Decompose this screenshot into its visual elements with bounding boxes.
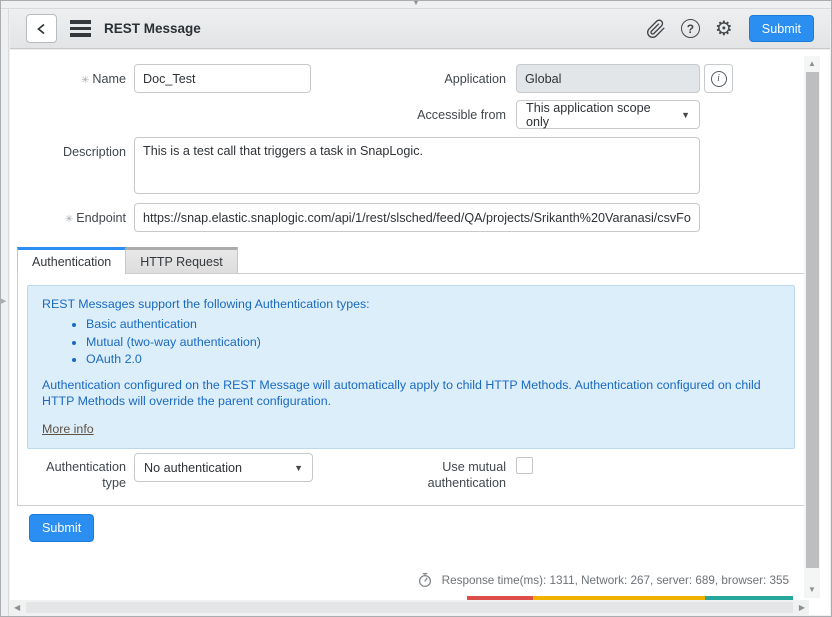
description-label: Description	[21, 144, 126, 160]
use-mutual-label: Use mutual authentication	[393, 459, 506, 491]
submit-button[interactable]: Submit	[29, 514, 94, 542]
application-input[interactable]	[516, 64, 700, 93]
endpoint-input[interactable]	[134, 203, 700, 232]
info-box-intro: REST Messages support the following Auth…	[42, 296, 780, 312]
info-icon: i	[711, 71, 727, 87]
list-item: OAuth 2.0	[86, 351, 780, 367]
scroll-up-icon[interactable]: ▲	[808, 60, 816, 68]
scroll-left-icon[interactable]: ◀	[14, 604, 20, 612]
required-marker-icon: ✳	[81, 75, 89, 86]
settings-gear-icon[interactable]: ⚙	[715, 19, 733, 39]
application-info-button[interactable]: i	[704, 64, 733, 93]
more-info-link[interactable]: More info	[42, 421, 94, 437]
rest-message-window: ▼ ▶ REST Message ? ⚙ Submit ✳Name Applic…	[0, 0, 832, 617]
scroll-down-icon[interactable]: ▼	[808, 586, 816, 594]
scroll-right-icon[interactable]: ▶	[799, 604, 805, 612]
left-splitter-arrow-icon[interactable]: ▶	[1, 297, 6, 305]
tab-authentication[interactable]: Authentication	[17, 247, 126, 274]
endpoint-label: ✳Endpoint	[21, 210, 126, 228]
chevron-down-icon: ▼	[294, 463, 303, 473]
page-title: REST Message	[104, 21, 201, 36]
description-textarea[interactable]: This is a test call that triggers a task…	[134, 137, 700, 194]
accessible-from-select[interactable]: This application scope only ▼	[516, 100, 700, 129]
context-menu-icon[interactable]	[70, 17, 91, 41]
authentication-info-box: REST Messages support the following Auth…	[27, 285, 795, 449]
tab-bar: Authentication HTTP Request	[17, 247, 238, 274]
tab-http-request[interactable]: HTTP Request	[126, 247, 237, 274]
use-mutual-checkbox[interactable]	[516, 457, 533, 474]
required-marker-icon: ✳	[65, 214, 73, 225]
authentication-type-value: No authentication	[144, 461, 242, 475]
application-label: Application	[381, 71, 506, 87]
authentication-type-select[interactable]: No authentication ▼	[134, 453, 313, 482]
help-icon[interactable]: ?	[681, 19, 700, 38]
response-time-text: Response time(ms): 1311, Network: 267, s…	[442, 574, 789, 587]
back-button[interactable]	[26, 14, 57, 43]
vertical-scrollbar-thumb[interactable]	[806, 72, 819, 568]
form-header: REST Message ? ⚙ Submit	[10, 9, 830, 49]
left-splitter[interactable]: ▶	[1, 1, 9, 616]
name-label: ✳Name	[21, 71, 126, 89]
top-splitter[interactable]: ▼	[1, 1, 831, 9]
auth-types-list: Basic authentication Mutual (two-way aut…	[42, 316, 780, 367]
list-item: Basic authentication	[86, 316, 780, 332]
list-item: Mutual (two-way authentication)	[86, 334, 780, 350]
response-time-status: Response time(ms): 1311, Network: 267, s…	[417, 572, 789, 588]
authentication-type-label: Authentication type	[21, 459, 126, 491]
attachment-paperclip-icon[interactable]	[646, 19, 666, 39]
header-submit-button[interactable]: Submit	[749, 15, 814, 42]
vertical-scrollbar[interactable]: ▲ ▼	[804, 56, 820, 598]
info-box-paragraph: Authentication configured on the REST Me…	[42, 377, 780, 410]
accessible-from-label: Accessible from	[361, 107, 506, 123]
horizontal-scrollbar[interactable]: ◀ ▶	[10, 600, 809, 615]
chevron-down-icon: ▼	[681, 110, 690, 120]
accessible-from-value: This application scope only	[526, 101, 673, 129]
top-splitter-grip-icon[interactable]: ▼	[413, 0, 420, 8]
name-input[interactable]	[134, 64, 311, 93]
horizontal-scrollbar-thumb[interactable]	[26, 602, 793, 613]
back-chevron-icon	[34, 21, 50, 37]
stopwatch-icon	[417, 572, 433, 588]
